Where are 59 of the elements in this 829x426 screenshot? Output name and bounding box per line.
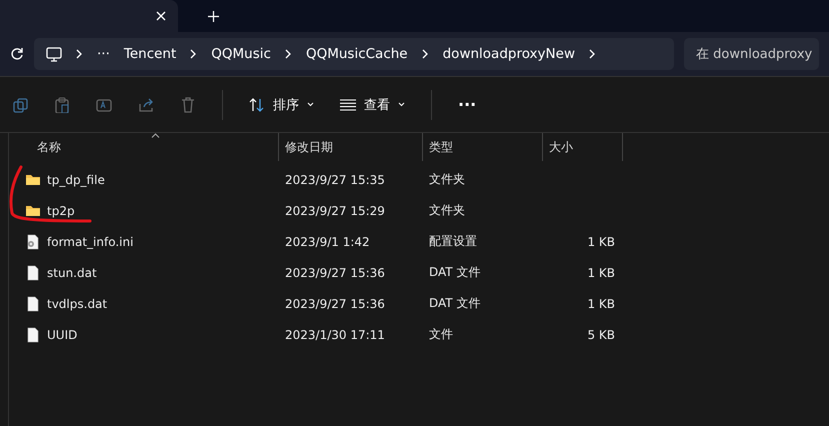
type-cell: 文件: [429, 327, 453, 341]
column-header[interactable]: 类型: [423, 133, 543, 161]
date-cell: 2023/9/27 15:29: [285, 204, 385, 218]
search-field[interactable]: 在 downloadproxy: [684, 38, 819, 70]
file-name[interactable]: tp2p: [47, 204, 75, 218]
share-icon[interactable]: [138, 96, 154, 112]
type-cell: 配置设置: [429, 234, 477, 248]
file-name[interactable]: tp_dp_file: [47, 172, 105, 186]
type-cell: 文件夹: [429, 203, 465, 217]
breadcrumb-item[interactable]: Tencent: [124, 46, 176, 62]
chevron-right-icon: [588, 49, 596, 59]
trash-icon[interactable]: [180, 96, 196, 112]
file-name[interactable]: tvdlps.dat: [47, 296, 108, 310]
sort-arrows-icon: [249, 98, 265, 112]
view-button[interactable]: 查看: [340, 96, 405, 114]
file-name[interactable]: format_info.ini: [47, 234, 134, 248]
date-cell: 2023/9/27 15:36: [285, 296, 385, 310]
date-cell: 2023/9/27 15:35: [285, 172, 385, 186]
breadcrumb-overflow[interactable]: ···: [97, 46, 110, 62]
file-icon: [25, 326, 41, 342]
chevron-right-icon: [284, 49, 292, 59]
lines-icon: [340, 98, 356, 110]
type-cell: DAT 文件: [429, 265, 480, 279]
copy-icon[interactable]: [12, 96, 28, 112]
rename-icon[interactable]: [96, 96, 112, 112]
type-cell: DAT 文件: [429, 296, 480, 310]
close-icon[interactable]: [156, 11, 166, 21]
caret-down-icon: [307, 102, 314, 107]
more-button[interactable]: ···: [458, 95, 476, 114]
size-cell: 1 KB: [587, 234, 615, 248]
size-cell: 1 KB: [587, 266, 615, 280]
settings-file-icon: [25, 234, 41, 250]
address-bar[interactable]: ··· Tencent QQMusic QQMusicCache downloadproxyNew: [34, 38, 674, 70]
size-cell: 5 KB: [587, 328, 615, 342]
date-cell: 2023/9/1 1:42: [285, 234, 370, 248]
column-header[interactable]: 修改日期: [279, 133, 423, 161]
file-name[interactable]: UUID: [47, 328, 78, 342]
sort-caret-icon: [151, 133, 160, 138]
breadcrumb-item[interactable]: QQMusicCache: [306, 46, 408, 62]
file-icon: [25, 296, 41, 312]
type-cell: 文件夹: [429, 172, 465, 186]
column-header[interactable]: 名称: [9, 133, 279, 161]
date-cell: 2023/1/30 17:11: [285, 328, 385, 342]
date-cell: 2023/9/27 15:36: [285, 266, 385, 280]
sort-button[interactable]: 排序: [249, 96, 314, 114]
breadcrumb-item[interactable]: downloadproxyNew: [442, 46, 575, 62]
plus-icon[interactable]: [208, 10, 219, 22]
refresh-icon[interactable]: [10, 47, 24, 61]
file-icon: [25, 264, 41, 280]
caret-down-icon: [398, 102, 405, 107]
monitor-icon: [46, 46, 62, 62]
clipboard-icon[interactable]: [54, 96, 70, 112]
breadcrumb-item[interactable]: QQMusic: [211, 46, 271, 62]
chevron-right-icon: [76, 49, 83, 59]
chevron-right-icon: [422, 49, 429, 59]
file-name[interactable]: stun.dat: [47, 266, 97, 280]
chevron-right-icon: [190, 49, 198, 59]
size-cell: 1 KB: [587, 296, 615, 310]
column-header[interactable]: 大小: [543, 133, 623, 161]
